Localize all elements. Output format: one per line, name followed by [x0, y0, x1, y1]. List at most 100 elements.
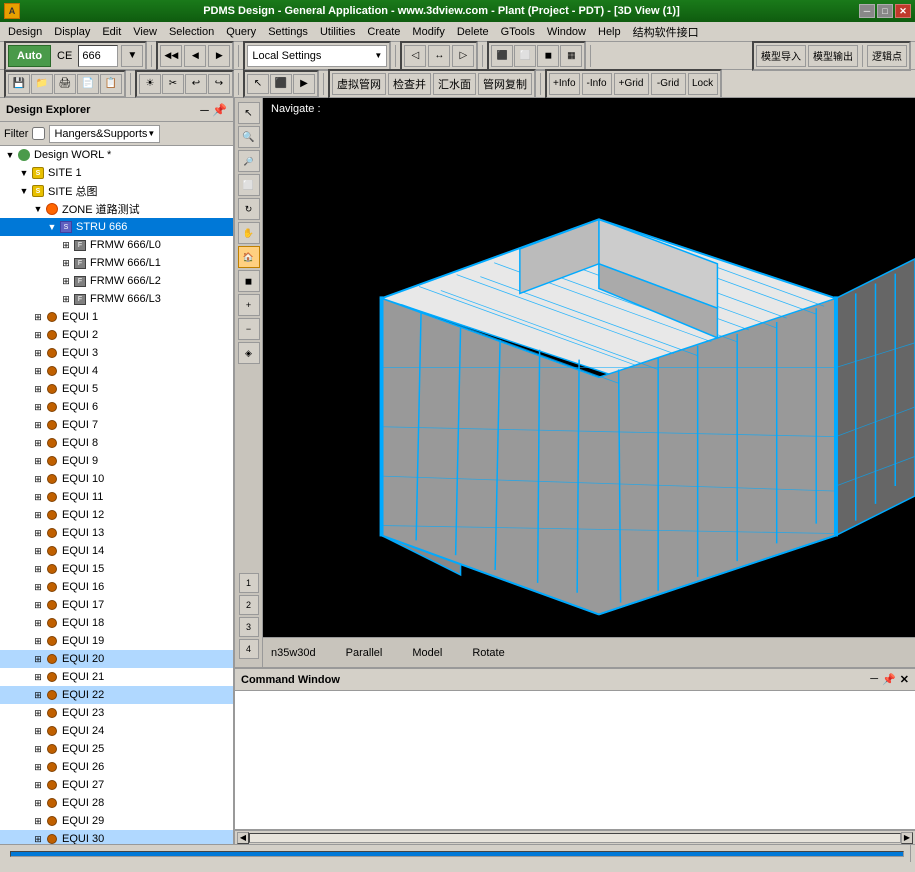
tree-item-equi19[interactable]: ⊞EQUI 19 [0, 632, 233, 650]
num-badge-2[interactable]: 2 [239, 595, 259, 615]
de-tree[interactable]: ▼Design WORL *▼SSITE 1▼SSITE 总图▼ZONE 道路测… [0, 146, 233, 844]
tb-btn-nav2[interactable]: ◀ [184, 45, 206, 67]
tb2-redo-btn[interactable]: ↪ [208, 74, 230, 94]
vp-btn-zoom-in[interactable]: 🔍 [238, 126, 260, 148]
ce-dropdown-btn[interactable]: ▼ [121, 45, 143, 67]
tree-item-equi18[interactable]: ⊞EQUI 18 [0, 614, 233, 632]
menu-view[interactable]: View [127, 25, 163, 39]
merge-water-btn[interactable]: 汇水面 [433, 73, 476, 95]
tb2-btn3[interactable]: 🖨 [54, 74, 76, 94]
logic-point-btn[interactable]: 逻辑点 [867, 45, 907, 67]
filter-dropdown[interactable]: Hangers&Supports ▼ [49, 125, 160, 143]
cw-pin-button[interactable]: ─ [870, 673, 878, 686]
auto-button[interactable]: Auto [8, 45, 51, 67]
grid-plus-btn[interactable]: +Grid [614, 73, 649, 95]
tree-item-equi9[interactable]: ⊞EQUI 9 [0, 452, 233, 470]
tree-item-frmw2[interactable]: ⊞FFRMW 666/L2 [0, 272, 233, 290]
cw-close-button[interactable]: ✕ [900, 673, 909, 686]
local-settings-dropdown[interactable]: Local Settings ▼ [247, 45, 387, 67]
tree-item-equi15[interactable]: ⊞EQUI 15 [0, 560, 233, 578]
menu-create[interactable]: Create [361, 25, 406, 39]
tree-item-frmw3[interactable]: ⊞FFRMW 666/L3 [0, 290, 233, 308]
vp-btn-cursor[interactable]: ↖ [238, 102, 260, 124]
tree-item-equi10[interactable]: ⊞EQUI 10 [0, 470, 233, 488]
vp-btn-render[interactable]: ◼ [238, 270, 260, 292]
tree-item-equi7[interactable]: ⊞EQUI 7 [0, 416, 233, 434]
title-min-button[interactable]: ─ [859, 4, 875, 18]
menu-selection[interactable]: Selection [163, 25, 220, 39]
tb2-undo-btn[interactable]: ↩ [185, 74, 207, 94]
lock-btn[interactable]: Lock [688, 73, 718, 95]
menu-gtools[interactable]: GTools [495, 25, 541, 39]
tree-item-equi14[interactable]: ⊞EQUI 14 [0, 542, 233, 560]
tb2-btn1[interactable]: 💾 [8, 74, 30, 94]
num-badge-3[interactable]: 3 [239, 617, 259, 637]
info-minus-btn[interactable]: -Info [582, 73, 612, 95]
tb-right-btn[interactable]: ▷ [452, 45, 474, 67]
de-pin-button[interactable]: ─ 📌 [200, 103, 227, 117]
cw-pin2-button[interactable]: 📌 [882, 673, 896, 686]
menu-window[interactable]: Window [541, 25, 592, 39]
tree-item-equi24[interactable]: ⊞EQUI 24 [0, 722, 233, 740]
virtual-pipe-btn[interactable]: 虚拟管网 [332, 73, 386, 95]
title-close-button[interactable]: ✕ [895, 4, 911, 18]
menu-edit[interactable]: Edit [96, 25, 127, 39]
tree-item-equi12[interactable]: ⊞EQUI 12 [0, 506, 233, 524]
tree-item-equi13[interactable]: ⊞EQUI 13 [0, 524, 233, 542]
vp-btn-active[interactable]: 🏠 [238, 246, 260, 268]
tree-item-stru[interactable]: ▼SSTRU 666 [0, 218, 233, 236]
tb2-btn2[interactable]: 📁 [31, 74, 53, 94]
scrollbar-left-btn[interactable]: ◀ [237, 832, 249, 844]
menu-delete[interactable]: Delete [451, 25, 495, 39]
scrollbar-track[interactable] [249, 833, 901, 843]
menu-display[interactable]: Display [48, 25, 96, 39]
ce-input[interactable] [78, 45, 118, 67]
scrollbar-right-btn[interactable]: ▶ [901, 832, 913, 844]
tb-icon-1[interactable]: ⬛ [491, 45, 513, 67]
check-merge-btn[interactable]: 检查并 [388, 73, 431, 95]
menu-settings[interactable]: Settings [262, 25, 314, 39]
tree-item-equi8[interactable]: ⊞EQUI 8 [0, 434, 233, 452]
tb2-btn5[interactable]: 📋 [100, 74, 122, 94]
vp-btn-6[interactable]: − [238, 318, 260, 340]
menu-design[interactable]: Design [2, 25, 48, 39]
info-plus-btn[interactable]: +Info [549, 73, 580, 95]
tb-arrow-btn[interactable]: ↔ [428, 45, 450, 67]
vp-btn-zoom-out[interactable]: 🔎 [238, 150, 260, 172]
tree-item-frmw1[interactable]: ⊞FFRMW 666/L1 [0, 254, 233, 272]
model-export-btn[interactable]: 模型输出 [808, 45, 858, 67]
tb-icon-4[interactable]: ▦ [560, 45, 582, 67]
tb-left-btn[interactable]: ◁ [404, 45, 426, 67]
num-badge-1[interactable]: 1 [239, 573, 259, 593]
cw-content[interactable] [235, 691, 915, 830]
cw-scrollbar-h[interactable]: ◀ ▶ [235, 830, 915, 844]
menu-help[interactable]: Help [592, 25, 627, 39]
tb-icon-2[interactable]: ⬜ [514, 45, 536, 67]
tb2-select-btn[interactable]: ⬛ [270, 74, 292, 94]
menu-utilities[interactable]: Utilities [314, 25, 361, 39]
vp-btn-5[interactable]: + [238, 294, 260, 316]
tb2-cursor-btn[interactable]: ↖ [247, 74, 269, 94]
tree-item-equi4[interactable]: ⊞EQUI 4 [0, 362, 233, 380]
tb2-btn4[interactable]: 📄 [77, 74, 99, 94]
model-import-btn[interactable]: 模型导入 [756, 45, 806, 67]
tree-item-equi5[interactable]: ⊞EQUI 5 [0, 380, 233, 398]
vp-btn-pan[interactable]: ✋ [238, 222, 260, 244]
tb-icon-3[interactable]: ◼ [537, 45, 559, 67]
tree-item-equi20[interactable]: ⊞EQUI 20 [0, 650, 233, 668]
tb2-scissor-btn[interactable]: ✂ [162, 74, 184, 94]
tree-item-equi17[interactable]: ⊞EQUI 17 [0, 596, 233, 614]
tb-btn-nav1[interactable]: ◀◀ [160, 45, 182, 67]
tb-btn-nav3[interactable]: ▶ [208, 45, 230, 67]
tree-item-equi29[interactable]: ⊞EQUI 29 [0, 812, 233, 830]
menu-query[interactable]: Query [220, 25, 262, 39]
tree-item-world[interactable]: ▼Design WORL * [0, 146, 233, 164]
title-max-button[interactable]: □ [877, 4, 893, 18]
tree-item-equi21[interactable]: ⊞EQUI 21 [0, 668, 233, 686]
tree-item-equi25[interactable]: ⊞EQUI 25 [0, 740, 233, 758]
vp-btn-7[interactable]: ◈ [238, 342, 260, 364]
tree-item-equi3[interactable]: ⊞EQUI 3 [0, 344, 233, 362]
tree-item-zone[interactable]: ▼ZONE 道路测试 [0, 200, 233, 218]
tree-item-site2[interactable]: ▼SSITE 总图 [0, 182, 233, 200]
filter-checkbox[interactable] [32, 127, 45, 140]
